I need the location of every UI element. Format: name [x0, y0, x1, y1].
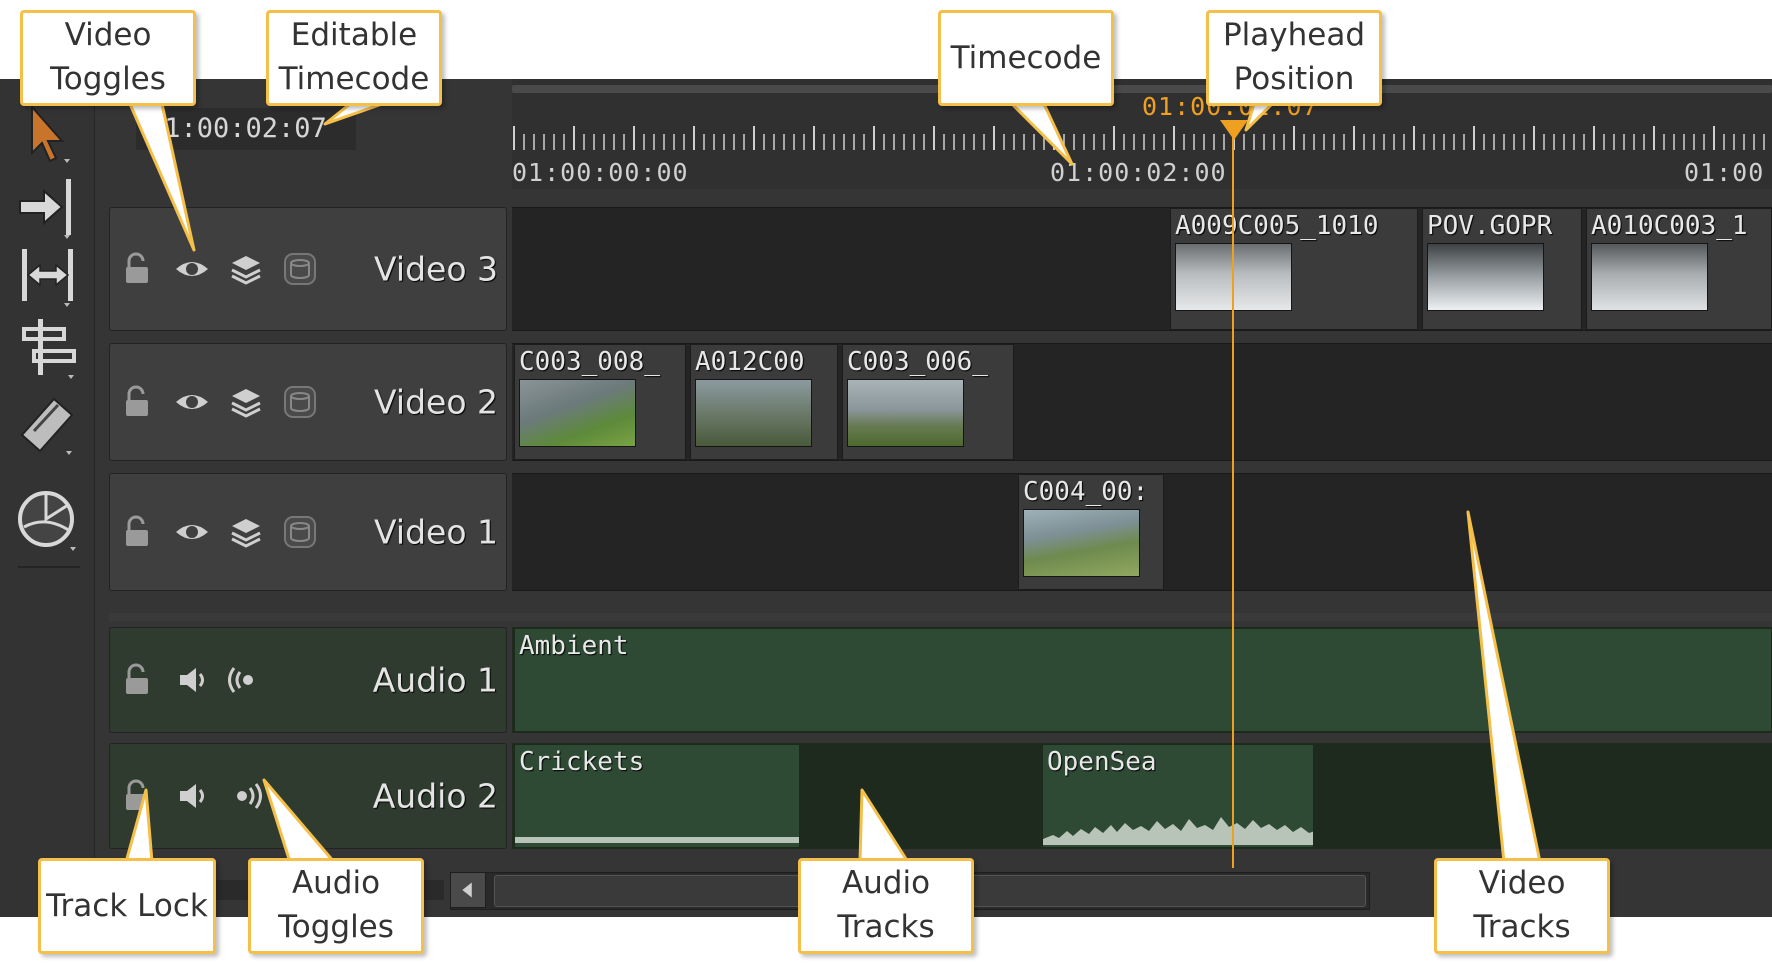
callout-editable-timecode: Editable Timecode — [266, 10, 442, 106]
callout-line: Position — [1233, 61, 1355, 97]
callout-line: Audio — [291, 865, 381, 901]
pointer-playhead — [1244, 102, 1274, 132]
callout-line: Timecode — [278, 61, 430, 97]
callout-audio-toggles: Audio Toggles — [248, 858, 424, 954]
callout-line: Audio — [841, 865, 931, 901]
pointer-video-toggles — [128, 102, 196, 252]
callout-line: Editable — [290, 17, 418, 53]
callout-line: Tracks — [1473, 909, 1571, 945]
callout-timecode: Timecode — [938, 10, 1114, 106]
pointer-timecode — [1010, 102, 1074, 166]
callout-audio-tracks: Audio Tracks — [798, 858, 974, 954]
callout-video-tracks: Video Tracks — [1434, 858, 1610, 954]
pointer-track-lock — [124, 788, 154, 864]
pointer-editable-timecode — [323, 102, 384, 126]
callout-pointers — [124, 102, 1542, 864]
pointer-audio-toggles — [262, 778, 336, 864]
callout-line: Tracks — [837, 909, 935, 945]
pointer-video-tracks — [1466, 510, 1542, 864]
pointer-audio-tracks — [858, 788, 910, 864]
callout-playhead-position: Playhead Position — [1206, 10, 1382, 106]
callout-line: Toggles — [278, 909, 394, 945]
callout-video-toggles: Video Toggles — [20, 10, 196, 106]
callout-line: Toggles — [50, 61, 166, 97]
callout-line: Timecode — [950, 40, 1102, 76]
callout-line: Playhead — [1222, 17, 1366, 53]
callout-line: Video — [1478, 865, 1566, 901]
callout-track-lock: Track Lock — [38, 858, 216, 954]
callout-line: Track Lock — [46, 888, 208, 924]
callout-line: Video — [64, 17, 152, 53]
